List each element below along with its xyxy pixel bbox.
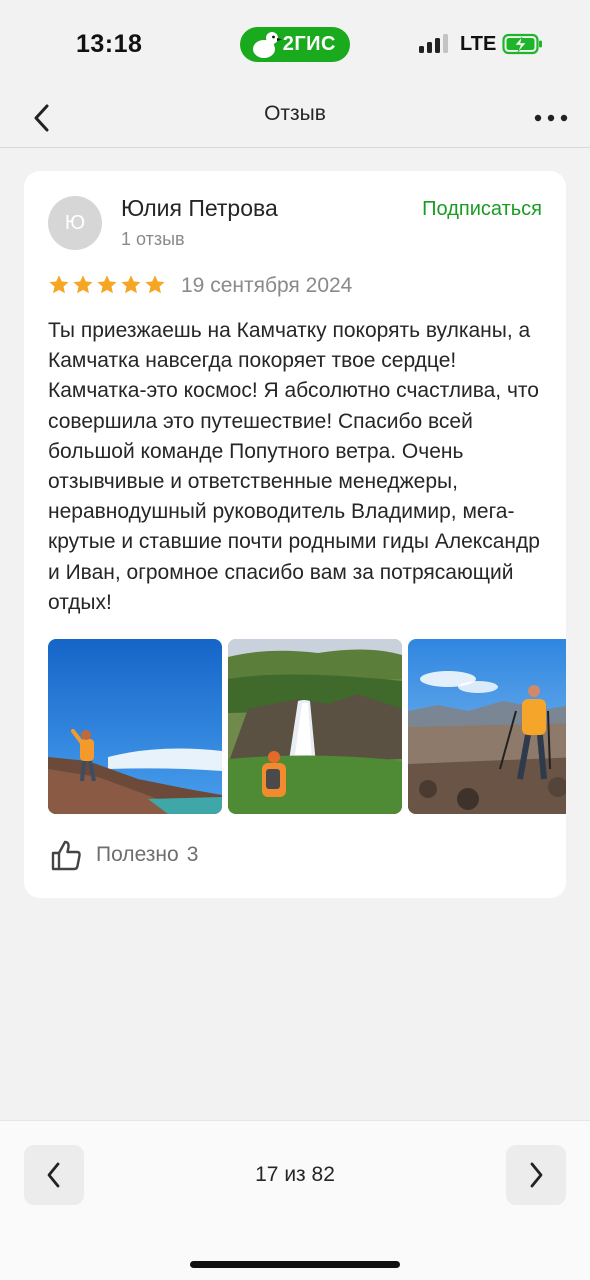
next-review-button[interactable] [506, 1145, 566, 1205]
more-horizontal-icon [534, 114, 568, 122]
cellular-signal-icon [419, 33, 448, 53]
review-photo-1[interactable] [48, 639, 222, 814]
brand-badge[interactable]: 2ГИС [240, 27, 350, 62]
hiker-with-poles-photo [408, 639, 566, 814]
helpful-button[interactable]: Полезно 3 [50, 835, 198, 875]
page-title: Отзыв [264, 102, 326, 125]
hiker-on-crater-rim-photo [48, 639, 222, 814]
review-photo-3[interactable] [408, 639, 566, 814]
helpful-label: Полезно [96, 843, 179, 866]
goose-logo-icon [253, 32, 282, 58]
pager-position: 17 из 82 [255, 1163, 335, 1186]
network-type: LTE [460, 33, 497, 55]
subscribe-button[interactable]: Подписаться [422, 198, 542, 221]
author-name[interactable]: Юлия Петрова [121, 195, 278, 222]
chevron-right-icon [530, 1162, 543, 1188]
star-icon [145, 275, 165, 294]
star-icon [73, 275, 93, 294]
star-icon [121, 275, 141, 294]
pager-bar: 17 из 82 [0, 1120, 590, 1280]
home-indicator[interactable] [190, 1261, 400, 1268]
review-card: Ю Юлия Петрова 1 отзыв Подписаться 19 се… [24, 171, 566, 898]
thumbs-up-icon [51, 840, 81, 871]
star-rating [48, 274, 166, 296]
photo-gallery[interactable] [48, 639, 566, 814]
helpful-count: 3 [186, 843, 199, 866]
waterfall-hiker-photo [228, 639, 402, 814]
review-photo-2[interactable] [228, 639, 402, 814]
author-review-count: 1 отзыв [121, 229, 185, 249]
status-time: 13:18 [76, 30, 143, 58]
star-icon [49, 275, 69, 294]
brand-name: 2ГИС [282, 33, 336, 55]
more-options-button[interactable] [526, 98, 576, 138]
star-icon [97, 275, 117, 294]
battery-charging-icon [502, 33, 542, 55]
status-bar: 13:18 2ГИС LTE [0, 0, 590, 88]
review-date: 19 сентября 2024 [181, 274, 353, 297]
avatar[interactable]: Ю [48, 196, 102, 250]
navigation-bar: Отзыв [0, 88, 590, 148]
review-text: Ты приезжаешь на Камчатку покорять вулка… [48, 319, 540, 614]
